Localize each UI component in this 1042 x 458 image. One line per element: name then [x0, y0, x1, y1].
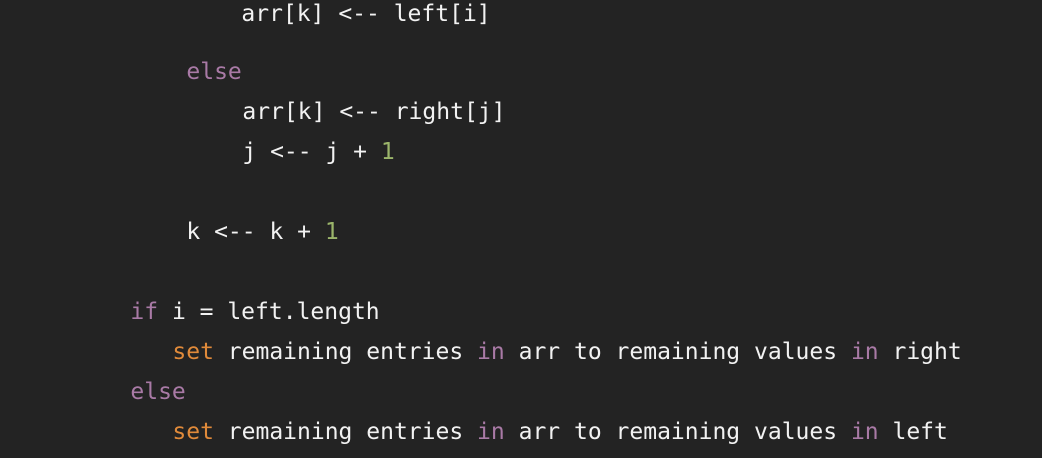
code-line-7: else	[75, 332, 185, 405]
code-line-5: if i = left.length	[75, 252, 379, 325]
number-token: 1	[380, 139, 395, 165]
code-token: right	[878, 339, 962, 365]
code-line-4: k <-- k + 1	[131, 172, 338, 245]
code-line-6: set remaining entries in arr to remainin…	[117, 292, 961, 365]
number-token: 1	[324, 219, 339, 245]
code-token: left	[878, 419, 948, 445]
code-editor[interactable]: arr[k] <-- left[i] else arr[k] <-- right…	[0, 0, 1042, 458]
keyword-token: in	[850, 339, 879, 365]
keyword-token: in	[850, 419, 879, 445]
code-token: remaining entries	[213, 339, 478, 365]
code-line-8: set remaining entries in arr to remainin…	[117, 372, 948, 445]
code-line-2: arr[k] <-- right[j]	[187, 52, 505, 125]
function-token: set	[172, 419, 214, 445]
code-line-3: j <-- j + 1	[187, 92, 394, 165]
keyword-token: in	[477, 339, 505, 365]
code-token: k <-- k +	[186, 219, 325, 245]
code-line-1: else	[131, 12, 241, 85]
code-token: j <-- j +	[242, 139, 381, 165]
keyword-token: in	[477, 419, 505, 445]
code-token: arr to remaining values	[504, 339, 851, 365]
code-token: arr to remaining values	[504, 419, 851, 445]
code-token: arr[k] <-- left[i]	[241, 1, 491, 27]
code-line-partial: arr[k] <-- left[i]	[186, 0, 490, 26]
code-token: remaining entries	[213, 419, 478, 445]
